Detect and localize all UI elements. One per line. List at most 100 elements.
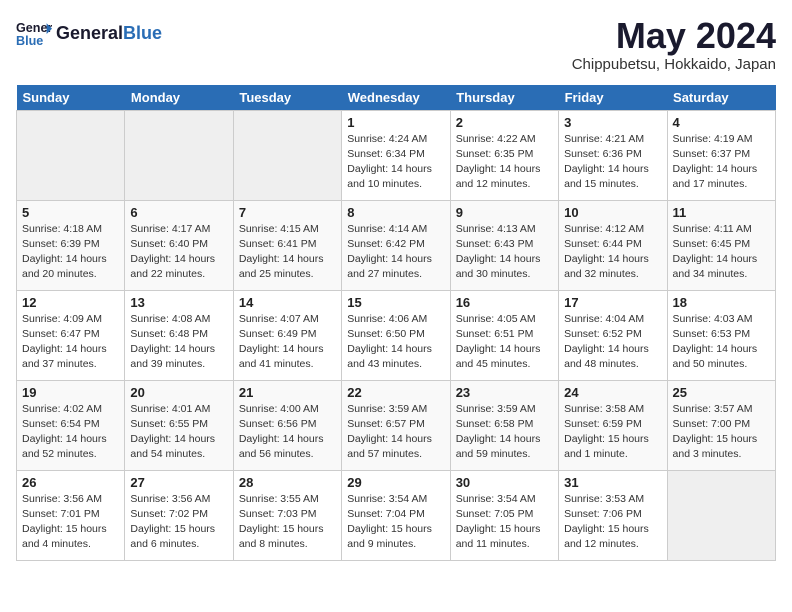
calendar-cell: 11 Sunrise: 4:11 AM Sunset: 6:45 PM Dayli… [667, 200, 775, 290]
day-number: 30 [456, 475, 553, 490]
day-number: 13 [130, 295, 227, 310]
calendar-cell: 15 Sunrise: 4:06 AM Sunset: 6:50 PM Dayli… [342, 290, 450, 380]
day-number: 20 [130, 385, 227, 400]
day-number: 17 [564, 295, 661, 310]
page-header: General Blue GeneralBlue May 2024 Chippu… [16, 16, 776, 73]
calendar-cell: 3 Sunrise: 4:21 AM Sunset: 6:36 PM Daylig… [559, 110, 667, 200]
weekday-header: Saturday [667, 85, 775, 111]
day-info: Sunrise: 4:01 AM Sunset: 6:55 PM Dayligh… [130, 402, 227, 463]
calendar-cell: 19 Sunrise: 4:02 AM Sunset: 6:54 PM Dayli… [17, 380, 125, 470]
weekday-header: Tuesday [233, 85, 341, 111]
day-info: Sunrise: 4:17 AM Sunset: 6:40 PM Dayligh… [130, 222, 227, 283]
calendar-cell: 30Sunrise: 3:54 AM Sunset: 7:05 PM Dayli… [450, 470, 558, 560]
calendar-cell: 4 Sunrise: 4:19 AM Sunset: 6:37 PM Daylig… [667, 110, 775, 200]
day-number: 14 [239, 295, 336, 310]
calendar-cell: 20 Sunrise: 4:01 AM Sunset: 6:55 PM Dayli… [125, 380, 233, 470]
month-title: May 2024 [572, 16, 776, 56]
day-info: Sunrise: 4:11 AM Sunset: 6:45 PM Dayligh… [673, 222, 770, 283]
calendar-cell: 27Sunrise: 3:56 AM Sunset: 7:02 PM Dayli… [125, 470, 233, 560]
day-info: Sunrise: 4:13 AM Sunset: 6:43 PM Dayligh… [456, 222, 553, 283]
day-number: 1 [347, 115, 444, 130]
day-number: 9 [456, 205, 553, 220]
calendar-cell: 25 Sunrise: 3:57 AM Sunset: 7:00 PM Dayli… [667, 380, 775, 470]
day-number: 2 [456, 115, 553, 130]
day-info: Sunrise: 4:19 AM Sunset: 6:37 PM Dayligh… [673, 132, 770, 193]
day-info: Sunrise: 3:54 AM Sunset: 7:04 PM Dayligh… [347, 492, 444, 553]
calendar-week-row: 1 Sunrise: 4:24 AM Sunset: 6:34 PM Daylig… [17, 110, 776, 200]
svg-text:Blue: Blue [16, 34, 43, 48]
weekday-header: Monday [125, 85, 233, 111]
weekday-header: Sunday [17, 85, 125, 111]
calendar-week-row: 26Sunrise: 3:56 AM Sunset: 7:01 PM Dayli… [17, 470, 776, 560]
day-number: 3 [564, 115, 661, 130]
calendar-cell: 14 Sunrise: 4:07 AM Sunset: 6:49 PM Dayli… [233, 290, 341, 380]
day-number: 5 [22, 205, 119, 220]
calendar-cell: 1 Sunrise: 4:24 AM Sunset: 6:34 PM Daylig… [342, 110, 450, 200]
day-number: 10 [564, 205, 661, 220]
calendar-cell: 6 Sunrise: 4:17 AM Sunset: 6:40 PM Daylig… [125, 200, 233, 290]
day-info: Sunrise: 4:09 AM Sunset: 6:47 PM Dayligh… [22, 312, 119, 373]
day-number: 25 [673, 385, 770, 400]
day-info: Sunrise: 4:04 AM Sunset: 6:52 PM Dayligh… [564, 312, 661, 373]
day-info: Sunrise: 4:07 AM Sunset: 6:49 PM Dayligh… [239, 312, 336, 373]
calendar-cell: 8Sunrise: 4:14 AM Sunset: 6:42 PM Daylig… [342, 200, 450, 290]
calendar-cell: 22Sunrise: 3:59 AM Sunset: 6:57 PM Dayli… [342, 380, 450, 470]
day-number: 24 [564, 385, 661, 400]
calendar-header-row: SundayMondayTuesdayWednesdayThursdayFrid… [17, 85, 776, 111]
calendar-cell: 2 Sunrise: 4:22 AM Sunset: 6:35 PM Daylig… [450, 110, 558, 200]
calendar-cell: 5 Sunrise: 4:18 AM Sunset: 6:39 PM Daylig… [17, 200, 125, 290]
day-number: 23 [456, 385, 553, 400]
calendar-cell: 10 Sunrise: 4:12 AM Sunset: 6:44 PM Dayli… [559, 200, 667, 290]
day-info: Sunrise: 3:53 AM Sunset: 7:06 PM Dayligh… [564, 492, 661, 553]
calendar-cell: 18Sunrise: 4:03 AM Sunset: 6:53 PM Dayli… [667, 290, 775, 380]
day-number: 8 [347, 205, 444, 220]
day-number: 19 [22, 385, 119, 400]
day-info: Sunrise: 4:00 AM Sunset: 6:56 PM Dayligh… [239, 402, 336, 463]
day-info: Sunrise: 4:02 AM Sunset: 6:54 PM Dayligh… [22, 402, 119, 463]
day-info: Sunrise: 4:05 AM Sunset: 6:51 PM Dayligh… [456, 312, 553, 373]
day-number: 7 [239, 205, 336, 220]
day-info: Sunrise: 4:12 AM Sunset: 6:44 PM Dayligh… [564, 222, 661, 283]
logo-icon: General Blue [16, 16, 52, 52]
day-number: 6 [130, 205, 227, 220]
day-info: Sunrise: 3:58 AM Sunset: 6:59 PM Dayligh… [564, 402, 661, 463]
day-info: Sunrise: 4:22 AM Sunset: 6:35 PM Dayligh… [456, 132, 553, 193]
calendar-cell: 29Sunrise: 3:54 AM Sunset: 7:04 PM Dayli… [342, 470, 450, 560]
calendar-cell: 28 Sunrise: 3:55 AM Sunset: 7:03 PM Dayli… [233, 470, 341, 560]
calendar-week-row: 19 Sunrise: 4:02 AM Sunset: 6:54 PM Dayli… [17, 380, 776, 470]
calendar-cell: 12 Sunrise: 4:09 AM Sunset: 6:47 PM Dayli… [17, 290, 125, 380]
logo-text: GeneralBlue [56, 23, 162, 45]
calendar-cell: 21 Sunrise: 4:00 AM Sunset: 6:56 PM Dayli… [233, 380, 341, 470]
day-number: 18 [673, 295, 770, 310]
day-number: 15 [347, 295, 444, 310]
title-block: May 2024 Chippubetsu, Hokkaido, Japan [572, 16, 776, 73]
day-number: 21 [239, 385, 336, 400]
calendar-week-row: 5 Sunrise: 4:18 AM Sunset: 6:39 PM Daylig… [17, 200, 776, 290]
calendar-body: 1 Sunrise: 4:24 AM Sunset: 6:34 PM Daylig… [17, 110, 776, 560]
day-number: 11 [673, 205, 770, 220]
location: Chippubetsu, Hokkaido, Japan [572, 56, 776, 73]
weekday-header: Wednesday [342, 85, 450, 111]
calendar-cell [125, 110, 233, 200]
day-number: 12 [22, 295, 119, 310]
day-number: 4 [673, 115, 770, 130]
calendar-cell: 16Sunrise: 4:05 AM Sunset: 6:51 PM Dayli… [450, 290, 558, 380]
day-info: Sunrise: 4:06 AM Sunset: 6:50 PM Dayligh… [347, 312, 444, 373]
logo: General Blue GeneralBlue [16, 16, 162, 52]
calendar-cell: 23 Sunrise: 3:59 AM Sunset: 6:58 PM Dayli… [450, 380, 558, 470]
calendar-week-row: 12 Sunrise: 4:09 AM Sunset: 6:47 PM Dayli… [17, 290, 776, 380]
day-number: 31 [564, 475, 661, 490]
calendar-cell: 26Sunrise: 3:56 AM Sunset: 7:01 PM Dayli… [17, 470, 125, 560]
calendar-cell: 24 Sunrise: 3:58 AM Sunset: 6:59 PM Dayli… [559, 380, 667, 470]
day-info: Sunrise: 3:59 AM Sunset: 6:58 PM Dayligh… [456, 402, 553, 463]
day-info: Sunrise: 4:21 AM Sunset: 6:36 PM Dayligh… [564, 132, 661, 193]
day-info: Sunrise: 4:08 AM Sunset: 6:48 PM Dayligh… [130, 312, 227, 373]
day-info: Sunrise: 3:55 AM Sunset: 7:03 PM Dayligh… [239, 492, 336, 553]
day-info: Sunrise: 4:24 AM Sunset: 6:34 PM Dayligh… [347, 132, 444, 193]
day-number: 28 [239, 475, 336, 490]
day-info: Sunrise: 3:57 AM Sunset: 7:00 PM Dayligh… [673, 402, 770, 463]
calendar-cell [17, 110, 125, 200]
calendar-cell [667, 470, 775, 560]
calendar-cell: 7Sunrise: 4:15 AM Sunset: 6:41 PM Daylig… [233, 200, 341, 290]
day-info: Sunrise: 4:18 AM Sunset: 6:39 PM Dayligh… [22, 222, 119, 283]
